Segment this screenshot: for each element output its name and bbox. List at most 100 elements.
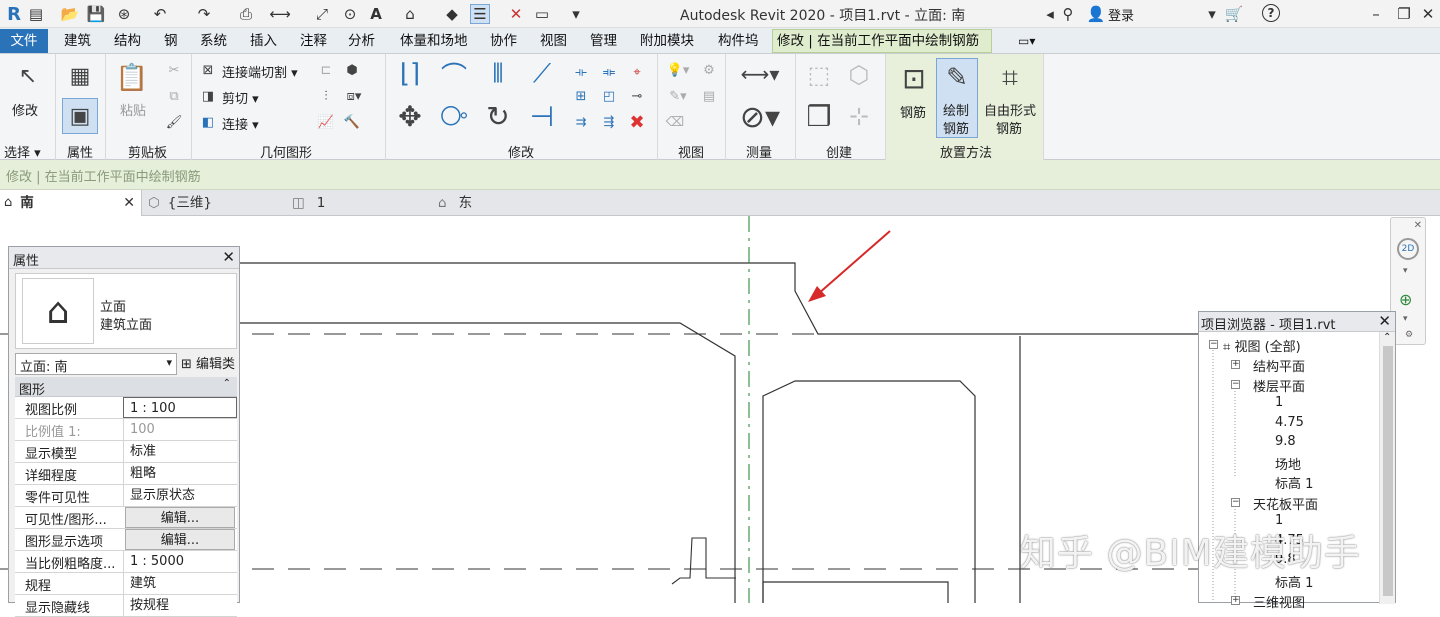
split-icon[interactable]: ⟛ xyxy=(570,62,592,82)
property-edit-button[interactable]: 编辑... xyxy=(125,529,235,550)
tab-manage[interactable]: 管理 xyxy=(586,31,621,52)
tab-structure[interactable]: 结构 xyxy=(110,31,145,52)
cut-button[interactable]: 剪切 ▾ xyxy=(222,88,259,107)
tree-view-item[interactable]: 1 xyxy=(1275,395,1283,410)
property-row[interactable]: 比例值 1: 100 xyxy=(15,419,237,441)
undo-icon[interactable]: ↶ xyxy=(150,4,170,24)
property-row[interactable]: 图形显示选项 编辑... xyxy=(15,529,237,551)
login-link[interactable]: 登录 xyxy=(1108,5,1134,24)
switch-windows-icon[interactable]: ▭ xyxy=(532,4,552,24)
measure-icon[interactable]: ⟷ xyxy=(269,4,291,24)
join-icon[interactable]: ◧ xyxy=(198,112,218,132)
sync-icon[interactable]: ⊛ xyxy=(114,4,134,24)
linework-icon[interactable]: ✎▾ xyxy=(664,86,692,106)
save-icon[interactable]: 💾 xyxy=(86,4,106,24)
trim-icon[interactable]: ⊣ xyxy=(526,100,558,133)
tab-component-dock[interactable]: 构件坞 xyxy=(714,31,763,52)
copy-icon[interactable]: ⧉ xyxy=(164,86,184,106)
thin-lines-icon[interactable]: ☰ xyxy=(470,4,490,24)
property-row[interactable]: 视图比例 1 : 100 xyxy=(15,397,237,419)
freeform-rebar-label-1[interactable]: 自由形式 xyxy=(984,100,1036,119)
open-icon[interactable]: 📂 xyxy=(60,4,80,24)
help-icon[interactable]: ? xyxy=(1262,4,1280,22)
cut-clip-icon[interactable]: ✂ xyxy=(164,60,184,80)
tree-view-item[interactable]: 标高 1 xyxy=(1275,473,1313,492)
create-assembly-icon[interactable]: ⬚ xyxy=(802,60,836,90)
properties-close-icon[interactable]: ✕ xyxy=(222,248,235,266)
tree-view-item[interactable]: 场地 xyxy=(1275,454,1301,473)
tag-icon[interactable]: ⊙ xyxy=(340,4,360,24)
edit-type-button[interactable]: ⊞ 编辑类 xyxy=(181,353,239,375)
view-tab-3d[interactable]: ⬡ {三维} xyxy=(146,190,286,216)
create-parts-icon[interactable]: ⬡ xyxy=(842,60,876,90)
instance-selector[interactable]: 立面: 南 ▾ xyxy=(15,353,177,375)
paste-button[interactable]: 粘贴 xyxy=(120,100,146,119)
close-window-icon[interactable]: ✕ xyxy=(1418,4,1438,24)
binoculars-icon[interactable]: ⚲ xyxy=(1058,4,1078,24)
scale-icon[interactable]: ◰ xyxy=(598,86,620,106)
type-selector-preview[interactable]: ⌂ 立面 建筑立面 xyxy=(15,273,237,349)
match-properties-icon[interactable]: 🖌 xyxy=(164,112,184,132)
array-icon[interactable]: ⊞ xyxy=(570,86,592,106)
eraser-icon[interactable]: ⌫ xyxy=(664,112,686,132)
view-tab-plan-1[interactable]: ◫ 1 xyxy=(290,190,430,216)
split-gap-icon[interactable]: ⟚ xyxy=(598,62,620,82)
cut-icon[interactable]: ◨ xyxy=(198,86,218,106)
tab-massing-site[interactable]: 体量和场地 xyxy=(396,31,472,52)
select-dropdown[interactable]: 选择 ▾ xyxy=(4,142,41,161)
tree-views-all[interactable]: ⌗ 视图 (全部) xyxy=(1223,336,1301,355)
property-row[interactable]: 规程 建筑 xyxy=(15,573,237,595)
tree-3d-views[interactable]: 三维视图 xyxy=(1253,592,1305,611)
trim-extend-multi-icon[interactable]: ⇉ xyxy=(570,112,592,132)
align-icon[interactable]: ⌊⌉ xyxy=(394,58,426,90)
join-cut-button[interactable]: 连接端切割 ▾ xyxy=(222,62,298,81)
restore-icon[interactable]: ❐ xyxy=(1394,4,1414,24)
tree-structural-plans[interactable]: 结构平面 xyxy=(1253,356,1305,375)
tab-insert[interactable]: 插入 xyxy=(246,31,281,52)
zoom-icon[interactable]: ⊕ xyxy=(1399,290,1412,309)
revit-logo-icon[interactable]: R xyxy=(4,4,24,25)
pin-icon[interactable]: ⊸ xyxy=(626,86,648,106)
scroll-up-icon[interactable]: ⌃ xyxy=(1383,332,1391,343)
view-graphics-icon[interactable]: ▤ xyxy=(698,86,720,106)
view-tab-east[interactable]: ⌂ 东 xyxy=(436,190,576,216)
rebar-icon[interactable]: ⊡ xyxy=(896,60,932,96)
steering-wheel-icon[interactable]: 2D xyxy=(1397,238,1419,260)
move-icon[interactable]: ✥ xyxy=(394,100,426,133)
join-cut-icon[interactable]: ⊠ xyxy=(198,60,218,80)
tree-collapse-ceiling[interactable]: − xyxy=(1231,498,1240,507)
join-button[interactable]: 连接 ▾ xyxy=(222,114,259,133)
type-properties-icon[interactable]: ▦ xyxy=(62,60,98,92)
home-icon[interactable]: ▤ xyxy=(26,4,46,24)
section-icon[interactable]: ◆ xyxy=(442,4,462,24)
view-tab-south[interactable]: ⌂ 南 ✕ xyxy=(0,190,142,216)
tab-systems[interactable]: 系统 xyxy=(196,31,231,52)
property-row[interactable]: 当比例粗略度... 1 : 5000 xyxy=(15,551,237,573)
shape-icon[interactable]: ⬢ xyxy=(342,60,362,80)
split-face-icon[interactable]: ⫶ xyxy=(316,86,336,106)
browser-scroll-thumb[interactable] xyxy=(1383,346,1393,596)
freeform-rebar-icon[interactable]: ⌗ xyxy=(992,60,1028,96)
close-hidden-icon[interactable]: ✕ xyxy=(506,4,526,24)
rebar-button[interactable]: 钢筋 xyxy=(900,102,926,121)
create-similar-icon[interactable]: ❒ xyxy=(802,98,836,134)
ribbon-minimize-icon[interactable]: ▭▾ xyxy=(1014,31,1039,52)
rotate-icon[interactable]: ↻ xyxy=(482,100,514,133)
tree-view-item[interactable]: 4.75 xyxy=(1275,415,1304,430)
mirror-axis-icon[interactable]: ⫴ xyxy=(482,58,514,90)
tab-architecture[interactable]: 建筑 xyxy=(60,31,95,52)
modify-button[interactable]: 修改 xyxy=(12,100,38,119)
redo-icon[interactable]: ↷ xyxy=(194,4,214,24)
3d-view-icon[interactable]: ⌂ xyxy=(400,4,420,24)
print-icon[interactable]: ⎙ xyxy=(236,4,256,24)
property-value[interactable]: 1 : 100 xyxy=(123,397,237,418)
login-dropdown-icon[interactable]: ▾ xyxy=(1202,4,1222,24)
tab-collaborate[interactable]: 协作 xyxy=(486,31,521,52)
tree-view-item[interactable]: 9.8 xyxy=(1275,434,1296,449)
measure-distance-icon[interactable]: ⟷▾ xyxy=(734,60,786,88)
hide-bulb-icon[interactable]: 💡▾ xyxy=(664,60,692,80)
tree-ceiling-plans[interactable]: 天花板平面 xyxy=(1253,494,1318,513)
unpin-icon[interactable]: ⌖ xyxy=(626,62,648,82)
wall-joins-icon[interactable]: ⊏ xyxy=(316,60,336,80)
trim-extend-single-icon[interactable]: ⇶ xyxy=(598,112,620,132)
